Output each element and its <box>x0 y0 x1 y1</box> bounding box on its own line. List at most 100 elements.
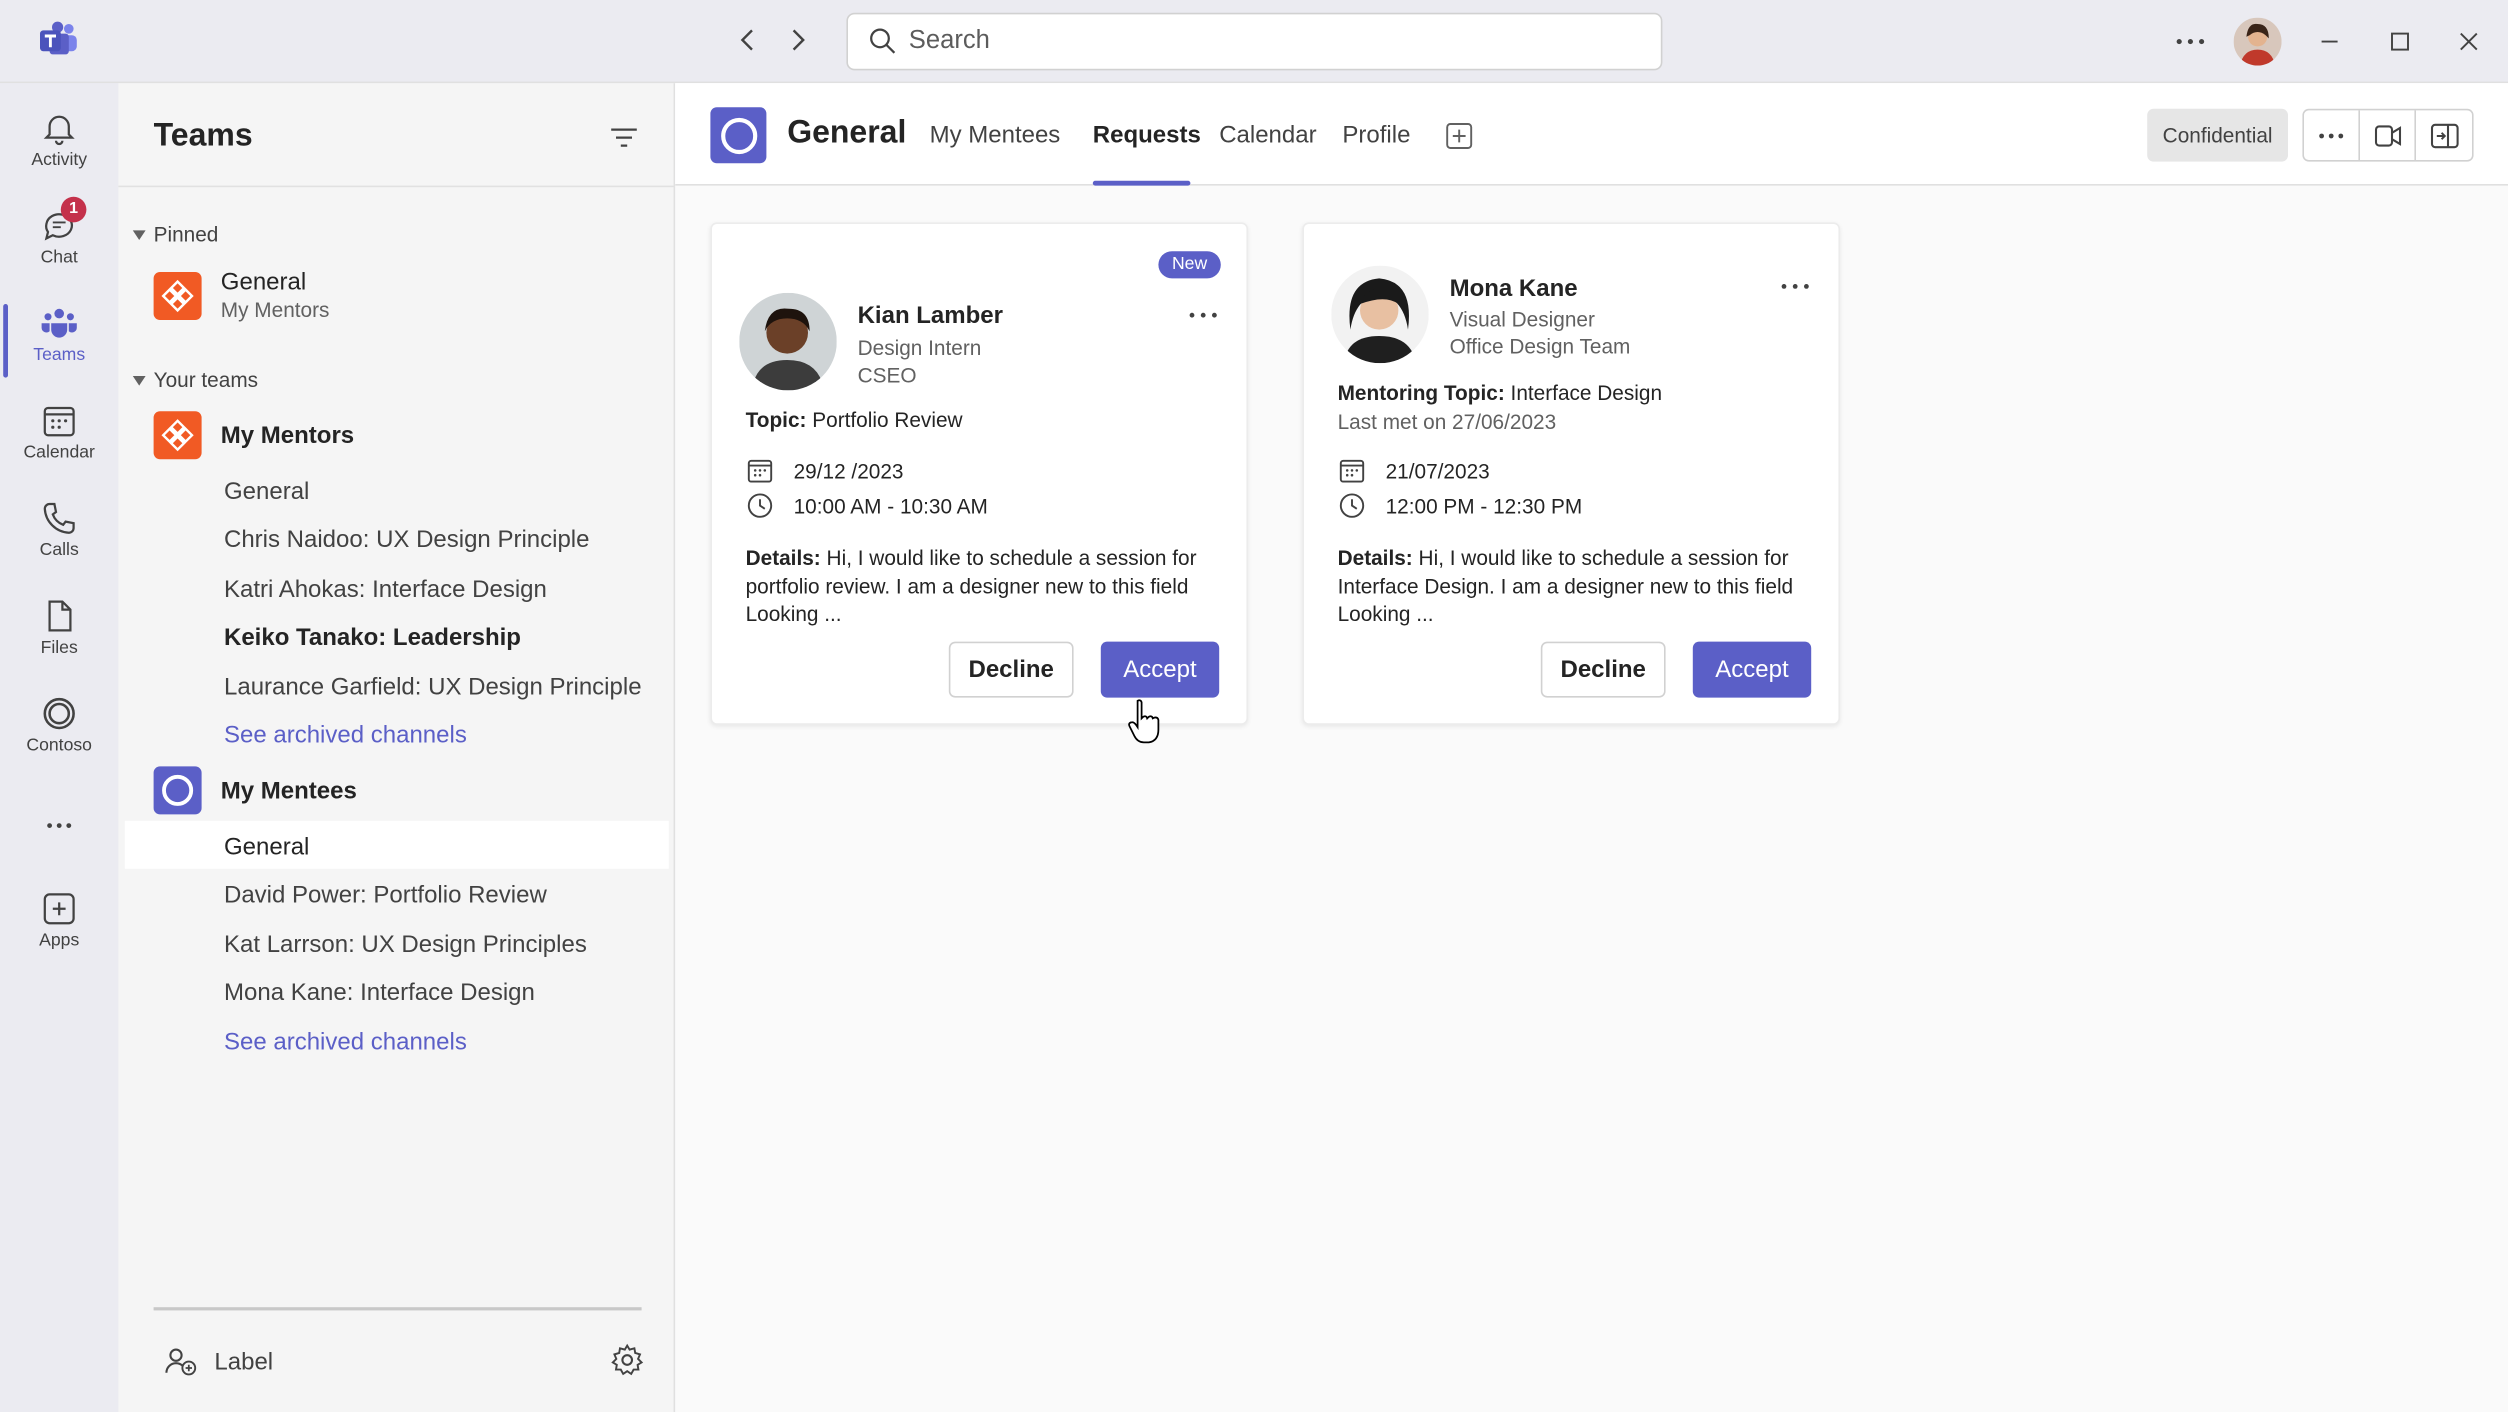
close-icon[interactable] <box>2448 21 2490 63</box>
request-card: New Kian Lamber Design Intern CSEO Topic… <box>710 222 1248 725</box>
channel-item[interactable]: General <box>224 478 309 505</box>
rail-label: Activity <box>31 150 88 170</box>
requester-avatar <box>739 292 837 391</box>
accept-button[interactable]: Accept <box>1100 641 1220 698</box>
team-name: My Mentees <box>220 776 357 804</box>
pinned-channel-general[interactable]: General My Mentors <box>153 269 329 322</box>
channel-item[interactable]: David Power: Portfolio Review <box>224 882 547 909</box>
clock-icon <box>747 493 773 518</box>
card-more-icon[interactable] <box>1779 278 1811 294</box>
collapse-triangle-icon <box>132 229 146 240</box>
channel-item[interactable]: Chris Naidoo: UX Design Principle <box>224 526 590 553</box>
requester-name: Kian Lamber <box>857 302 1003 330</box>
search-icon <box>870 28 896 54</box>
channel-item[interactable]: Kat Larrson: UX Design Principles <box>224 931 587 958</box>
meet-button[interactable] <box>2360 110 2416 160</box>
file-icon <box>48 600 72 632</box>
rail-label: Files <box>40 638 78 658</box>
rail-item-apps[interactable]: Apps <box>0 880 118 973</box>
video-camera-icon <box>2374 124 2402 146</box>
channel-title: General <box>787 115 907 151</box>
team-avatar <box>153 411 202 460</box>
your-teams-section-header[interactable]: Your teams <box>131 368 258 392</box>
calendar-icon <box>747 459 773 483</box>
rail-label: Calendar <box>23 443 95 463</box>
pinned-section-header[interactable]: Pinned <box>131 222 218 246</box>
rail-item-calls[interactable]: Calls <box>0 490 118 583</box>
see-archived-channels-link[interactable]: See archived channels <box>224 1029 467 1056</box>
search-input[interactable] <box>908 27 1613 56</box>
label-button[interactable]: Label <box>163 1346 273 1378</box>
team-my-mentors[interactable]: My Mentors <box>153 411 355 460</box>
channel-item-selected[interactable]: General <box>224 834 309 861</box>
search-box[interactable] <box>846 12 1663 71</box>
more-options-button[interactable] <box>2304 110 2360 160</box>
rail-label: Teams <box>33 345 86 365</box>
topic-value: Portfolio Review <box>812 408 963 432</box>
accept-button[interactable]: Accept <box>1692 641 1812 698</box>
request-time: 12:00 PM - 12:30 PM <box>1385 493 1583 518</box>
rail-label: Apps <box>39 931 80 951</box>
divider <box>118 185 676 188</box>
rail-item-calendar[interactable]: Calendar <box>0 392 118 485</box>
date-line: 21/07/2023 <box>1338 456 1490 485</box>
header-actions <box>2302 108 2474 162</box>
topic-label: Topic: <box>745 408 807 432</box>
channel-item[interactable]: Katri Ahokas: Interface Design <box>224 576 547 603</box>
request-date: 21/07/2023 <box>1385 458 1490 483</box>
rail-more-apps[interactable] <box>0 797 118 845</box>
tab-my-mentees[interactable]: My Mentees <box>930 122 1061 149</box>
decline-button[interactable]: Decline <box>948 641 1074 698</box>
rail-item-contoso[interactable]: Contoso <box>0 685 118 778</box>
channel-item[interactable]: Laurance Garfield: UX Design Principle <box>224 674 642 701</box>
teams-logo-icon[interactable] <box>38 21 80 59</box>
team-name: My Mentors <box>220 421 355 449</box>
rail-item-activity[interactable]: Activity <box>0 99 118 192</box>
date-line: 29/12 /2023 <box>746 456 904 485</box>
gear-icon[interactable] <box>610 1342 645 1377</box>
rail-item-teams[interactable]: Teams <box>0 294 118 387</box>
label-text: Label <box>214 1348 274 1376</box>
add-tab-icon[interactable] <box>1445 122 1474 151</box>
tab-profile[interactable]: Profile <box>1342 122 1410 149</box>
card-more-icon[interactable] <box>1187 307 1219 323</box>
requester-org: Office Design Team <box>1449 334 1631 359</box>
more-options-icon[interactable] <box>2168 22 2213 60</box>
collapse-triangle-icon <box>132 375 146 385</box>
app-rail: Activity 1 Chat Teams Calendar Calls Fil… <box>0 83 119 1412</box>
request-time: 10:00 AM - 10:30 AM <box>793 493 988 518</box>
channel-item[interactable]: Mona Kane: Interface Design <box>224 979 535 1006</box>
forward-arrow-icon[interactable] <box>781 22 816 57</box>
channel-item-unread[interactable]: Keiko Tanako: Leadership <box>224 624 521 651</box>
tab-requests[interactable]: Requests <box>1093 122 1201 149</box>
side-panel-icon <box>2430 122 2458 148</box>
requester-role: Visual Designer <box>1449 307 1595 332</box>
requester-name: Mona Kane <box>1449 275 1578 303</box>
rail-item-files[interactable]: Files <box>0 587 118 680</box>
team-my-mentees[interactable]: My Mentees <box>153 766 357 815</box>
maximize-icon[interactable] <box>2379 21 2421 63</box>
see-archived-channels-link[interactable]: See archived channels <box>224 722 467 749</box>
open-panel-button[interactable] <box>2416 110 2472 160</box>
active-tab-indicator <box>1092 180 1191 186</box>
channel-header: General My Mentees Requests Calendar Pro… <box>675 83 2508 186</box>
sidebar-title: Teams <box>153 118 253 154</box>
divider <box>153 1307 642 1311</box>
contoso-icon <box>43 697 75 730</box>
decline-button[interactable]: Decline <box>1540 641 1666 698</box>
rail-item-chat[interactable]: 1 Chat <box>0 196 118 290</box>
topic-line: Mentoring Topic: Interface Design <box>1338 381 1662 405</box>
profile-avatar[interactable] <box>2233 17 2282 66</box>
confidential-label[interactable]: Confidential <box>2147 108 2288 162</box>
selected-channel-highlight <box>124 820 669 869</box>
back-arrow-icon[interactable] <box>730 22 765 57</box>
team-avatar <box>153 271 202 320</box>
minimize-icon[interactable] <box>2309 21 2351 63</box>
requester-avatar <box>1331 265 1429 364</box>
filter-icon[interactable] <box>606 122 641 154</box>
new-badge: New <box>1158 251 1221 279</box>
clock-icon <box>1339 493 1365 518</box>
requester-role: Design Intern <box>857 336 982 360</box>
tab-calendar[interactable]: Calendar <box>1219 122 1316 149</box>
rail-label: Calls <box>39 540 79 560</box>
